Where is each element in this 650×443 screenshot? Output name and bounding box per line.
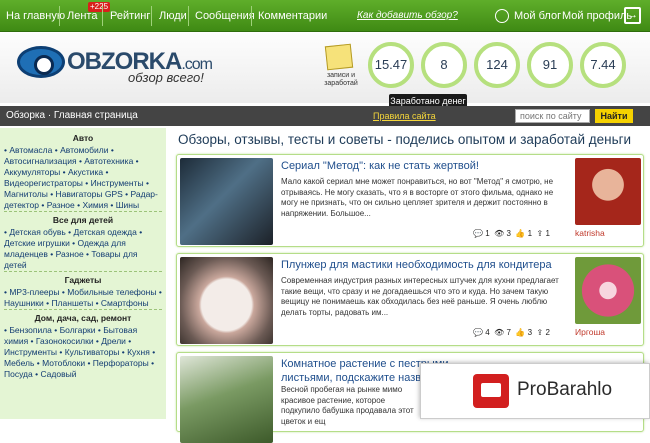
search-input[interactable] <box>515 109 590 123</box>
search-button[interactable]: Найти <box>595 109 633 123</box>
my-blog-link[interactable]: Мой блог <box>514 0 561 32</box>
review-thumbnail[interactable] <box>180 158 273 245</box>
like-count: 3 <box>527 328 533 337</box>
thumbs-up-icon[interactable]: 👍 <box>515 229 525 238</box>
site-rules-link[interactable]: Правила сайта <box>373 106 436 126</box>
category-links[interactable]: • MP3-плееры • Мобильные телефоны • Науш… <box>4 287 162 309</box>
breadcrumb[interactable]: Обзорка · Главная страница <box>6 106 138 126</box>
nav-divider <box>188 6 189 26</box>
nav-home[interactable]: На главную <box>6 0 65 32</box>
category-links[interactable]: • Детская обувь • Детская одежда • Детск… <box>4 227 162 271</box>
ad-text: ProBarahlo <box>517 379 613 400</box>
author-name[interactable]: katrisha <box>575 228 605 238</box>
site-header: OBZORKA.com обзор всего! записи и зарабо… <box>0 33 650 103</box>
comment-icon: 💬 <box>473 328 483 337</box>
nav-divider <box>59 6 60 26</box>
avatar[interactable] <box>575 257 641 324</box>
thumbs-up-icon[interactable]: 👍 <box>515 328 525 337</box>
review-title[interactable]: Сериал "Метод": как не стать жертвой! <box>281 159 561 173</box>
review-meta: 💬 1 👁 3 👍 1 ⇪ 1 <box>473 229 550 238</box>
nav-comments[interactable]: Комментарии <box>258 0 327 32</box>
category-title: Гаджеты <box>4 271 162 287</box>
review-excerpt: Весной пробегая на рынке мимо красивое р… <box>281 385 414 426</box>
comment-icon: 💬 <box>473 229 483 238</box>
review-card: Сериал "Метод": как не стать жертвой! Ма… <box>176 154 644 247</box>
share-count: 1 <box>545 229 550 238</box>
share-count: 2 <box>545 328 550 337</box>
globe-icon[interactable] <box>495 9 509 23</box>
notepad-pencil-icon[interactable] <box>324 43 354 71</box>
share-icon[interactable]: ⇪ <box>537 229 544 238</box>
nav-divider <box>151 6 152 26</box>
review-meta: 💬 4 👁 7 👍 3 ⇪ 2 <box>473 328 550 337</box>
category-links[interactable]: • Автомасла • Автомобили • Автосигнализа… <box>4 145 162 211</box>
avatar[interactable] <box>575 158 641 225</box>
nuclear-stat[interactable]: 7.44 <box>580 42 626 88</box>
share-icon[interactable]: ⇪ <box>537 328 544 337</box>
comment-count: 1 <box>485 229 490 238</box>
nav-divider <box>251 6 252 26</box>
notes-label: записи и заработай <box>324 72 358 87</box>
category-title: Авто <box>72 133 94 143</box>
like-count: 1 <box>527 229 533 238</box>
nav-rating[interactable]: Рейтинг <box>110 0 150 32</box>
nav-people[interactable]: Люди <box>159 0 187 32</box>
feed-count-badge: +225 <box>88 2 111 12</box>
eye-icon: 👁 <box>494 328 505 337</box>
top-navigation: На главную Лента +225 Рейтинг Люди Сообщ… <box>0 0 650 32</box>
review-thumbnail[interactable] <box>180 356 273 443</box>
logout-icon[interactable]: → <box>624 7 641 24</box>
advertisement-banner[interactable]: ProBarahlo <box>420 363 650 419</box>
review-card: Плунжер для мастики необходимость для ко… <box>176 253 644 346</box>
comment-count: 4 <box>485 328 490 337</box>
review-thumbnail[interactable] <box>180 257 273 344</box>
category-title: Все для детей <box>4 211 162 227</box>
biohazard-stat[interactable]: 124 <box>474 42 520 88</box>
author-name[interactable]: Иргоша <box>575 327 605 337</box>
nav-divider <box>102 6 103 26</box>
eye-icon: 👁 <box>494 229 505 238</box>
review-title[interactable]: Плунжер для мастики необходимость для ко… <box>281 258 561 272</box>
briefcase-icon <box>473 374 509 408</box>
nav-messages[interactable]: Сообщения <box>195 0 255 32</box>
category-title: Дом, дача, сад, ремонт <box>4 309 162 325</box>
my-profile-link[interactable]: Мой профиль <box>562 0 632 32</box>
how-to-add-review-link[interactable]: Как добавить обзор? <box>357 0 458 32</box>
category-sidebar: Авто • Автомасла • Автомобили • Автосигн… <box>0 128 166 419</box>
breadcrumb-bar: Обзорка · Главная страница Правила сайта… <box>0 106 650 126</box>
page-title: Обзоры, отзывы, тесты и советы - поделис… <box>178 132 632 147</box>
view-count: 3 <box>506 229 511 238</box>
review-excerpt: Современная индустрия разных интересных … <box>281 276 559 317</box>
eye-logo-icon[interactable] <box>17 46 65 78</box>
review-excerpt: Мало какой сериал мне может понравиться,… <box>281 177 554 218</box>
earnings-stat[interactable]: 15.47 <box>368 42 414 88</box>
logo-slogan: обзор всего! <box>128 70 204 85</box>
radiation-stat[interactable]: 8 <box>421 42 467 88</box>
view-count: 7 <box>506 328 511 337</box>
category-links[interactable]: • Бензопила • Болгарки • Бытовая химия •… <box>4 325 162 380</box>
fire-stat[interactable]: 91 <box>527 42 573 88</box>
